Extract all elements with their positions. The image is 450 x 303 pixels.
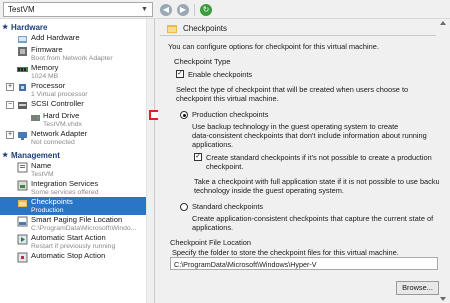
expand-plus-icon[interactable]: + <box>6 83 14 91</box>
tree-item-name: Name <box>31 161 52 170</box>
select-type-text-1: Select the type of checkpoint that will … <box>176 85 409 94</box>
chevron-down-icon[interactable]: ▼ <box>139 4 150 15</box>
vm-selector[interactable]: TestVM ▼ <box>3 2 153 17</box>
tree-item-add-hardware[interactable]: Add Hardware <box>0 33 154 45</box>
tree-item-checkpoints[interactable]: Checkpoints Production <box>0 197 154 215</box>
file-location-text: Specify the folder to store the checkpoi… <box>172 248 399 257</box>
production-checkpoints-radio[interactable] <box>180 111 188 119</box>
standard-desc-2: applications. <box>192 223 234 232</box>
enable-checkpoints-label: Enable checkpoints <box>188 70 253 79</box>
production-desc-2: data-consistent checkpoints that don't i… <box>192 131 427 140</box>
tree-item-name: Add Hardware <box>31 33 80 42</box>
add-hardware-icon <box>18 36 27 43</box>
processor-icon <box>19 84 26 91</box>
tree-item-network-adapter[interactable]: + Network Adapter Not connected <box>0 129 154 147</box>
toolbar: TestVM ▼ ◀ ▶ ↻ <box>0 0 450 19</box>
start-action-icon <box>17 234 28 245</box>
tree-item-hard-drive[interactable]: Hard Drive TestVM.vhdx <box>0 111 154 129</box>
collapse-minus-icon[interactable]: − <box>6 101 14 109</box>
tree-item-sub: Not connected <box>31 139 75 146</box>
tree-item-sub: 1024 MB <box>31 73 59 80</box>
pane-header: Checkpoints <box>160 22 436 36</box>
tree-item-name: Hard Drive <box>43 111 80 120</box>
tree-item-integration-services[interactable]: Integration Services Some services offer… <box>0 179 154 197</box>
checkpoints-icon <box>18 200 27 207</box>
settings-tree: ★ Hardware Add Hardware Firmware Boot fr… <box>0 19 155 303</box>
vm-selector-value: TestVM <box>8 5 35 14</box>
collapse-arrow-icon[interactable]: ★ <box>2 23 11 31</box>
standard-fallback-text-2: checkpoint. <box>206 162 244 171</box>
refresh-icon[interactable]: ↻ <box>200 3 212 16</box>
tree-item-sub: Some services offered <box>31 189 99 196</box>
tree-item-name: Integration Services <box>31 179 99 188</box>
tree-item-name: SCSI Controller <box>31 99 84 108</box>
hard-drive-icon <box>31 115 40 121</box>
tree-item-name: Smart Paging File Location <box>31 215 123 224</box>
stop-action-icon <box>17 252 28 263</box>
forward-arrow-icon[interactable]: ▶ <box>177 3 189 16</box>
checkpoint-type-label: Checkpoint Type <box>174 57 231 66</box>
standard-desc-1: Create application-consistent checkpoint… <box>192 214 434 223</box>
select-type-text-2: checkpoint this virtual machine. <box>176 94 279 103</box>
tree-item-sub: C:\ProgramData\Microsoft\Windo... <box>31 225 137 232</box>
section-hardware[interactable]: ★ Hardware <box>0 21 154 33</box>
tree-item-name: Automatic Start Action <box>31 233 106 242</box>
section-title: Hardware <box>11 22 48 32</box>
standard-checkpoints-radio[interactable] <box>180 203 188 211</box>
toolbar-divider <box>194 3 195 16</box>
pane-scrollbar[interactable] <box>439 19 447 303</box>
tree-item-firmware[interactable]: Firmware Boot from Network Adapter <box>0 45 154 63</box>
memory-icon <box>17 67 28 72</box>
scsi-controller-icon <box>18 102 27 109</box>
name-icon <box>17 162 28 173</box>
integration-services-icon <box>17 180 28 191</box>
tree-item-scsi-controller[interactable]: − SCSI Controller <box>0 99 154 111</box>
standard-fallback-text-1: Create standard checkpoints if it's not … <box>206 153 432 162</box>
standard-fallback-checkbox[interactable]: ✓ <box>194 153 202 161</box>
smart-paging-icon <box>17 216 28 227</box>
tree-item-name: Network Adapter <box>31 129 88 138</box>
section-management[interactable]: ★ Management <box>0 149 154 161</box>
firmware-icon <box>18 47 27 56</box>
tree-item-automatic-start-action[interactable]: Automatic Start Action Restart if previo… <box>0 233 154 251</box>
collapse-arrow-icon[interactable]: ★ <box>2 151 11 159</box>
tree-item-processor[interactable]: + Processor 1 Virtual processor <box>0 81 154 99</box>
tree-item-name: Memory <box>31 63 59 72</box>
tree-item-name: Processor <box>31 81 66 90</box>
tree-item-name: Checkpoints <box>31 197 73 206</box>
enable-checkpoints-checkbox[interactable]: ✓ <box>176 70 184 78</box>
checkpoints-icon <box>167 24 177 33</box>
tree-item-automatic-stop-action[interactable]: Automatic Stop Action <box>0 251 154 263</box>
back-arrow-icon[interactable]: ◀ <box>160 3 172 16</box>
production-checkpoints-label: Production checkpoints <box>192 110 269 119</box>
tree-item-sub: TestVM <box>31 171 54 178</box>
note-text-1: Take a checkpoint with full application … <box>194 177 444 186</box>
tree-item-sub: Restart if previously running <box>31 243 116 250</box>
tree-item-name: Automatic Stop Action <box>31 251 106 260</box>
production-desc-1: Use backup technology in the guest opera… <box>192 122 399 131</box>
pane-title: Checkpoints <box>183 24 228 33</box>
network-adapter-icon <box>18 132 27 140</box>
tree-item-memory[interactable]: Memory 1024 MB <box>0 63 154 81</box>
tree-item-sub: TestVM.vhdx <box>43 121 82 128</box>
details-pane: Checkpoints You can configure options fo… <box>158 19 450 303</box>
tree-item-sub: Boot from Network Adapter <box>31 55 113 62</box>
section-title: Management <box>11 150 60 160</box>
checkpoint-path-input[interactable]: C:\ProgramData\Microsoft\Windows\Hyper-V <box>170 257 438 270</box>
intro-text: You can configure options for checkpoint… <box>168 42 379 51</box>
production-desc-3: applications. <box>192 140 234 149</box>
tree-item-smart-paging[interactable]: Smart Paging File Location C:\ProgramDat… <box>0 215 154 233</box>
tree-scrollbar[interactable] <box>146 19 154 303</box>
expand-plus-icon[interactable]: + <box>6 131 14 139</box>
tree-item-name[interactable]: Name TestVM <box>0 161 154 179</box>
file-location-label: Checkpoint File Location <box>170 238 251 247</box>
tree-item-name: Firmware <box>31 45 63 54</box>
tree-item-sub: 1 Virtual processor <box>31 91 88 98</box>
tree-item-sub: Production <box>31 207 64 214</box>
browse-button[interactable]: Browse... <box>396 281 439 295</box>
nav-buttons: ◀ ▶ ↻ <box>160 3 212 16</box>
standard-checkpoints-label: Standard checkpoints <box>192 202 264 211</box>
note-text-2: technology inside the guest operating sy… <box>194 186 344 195</box>
